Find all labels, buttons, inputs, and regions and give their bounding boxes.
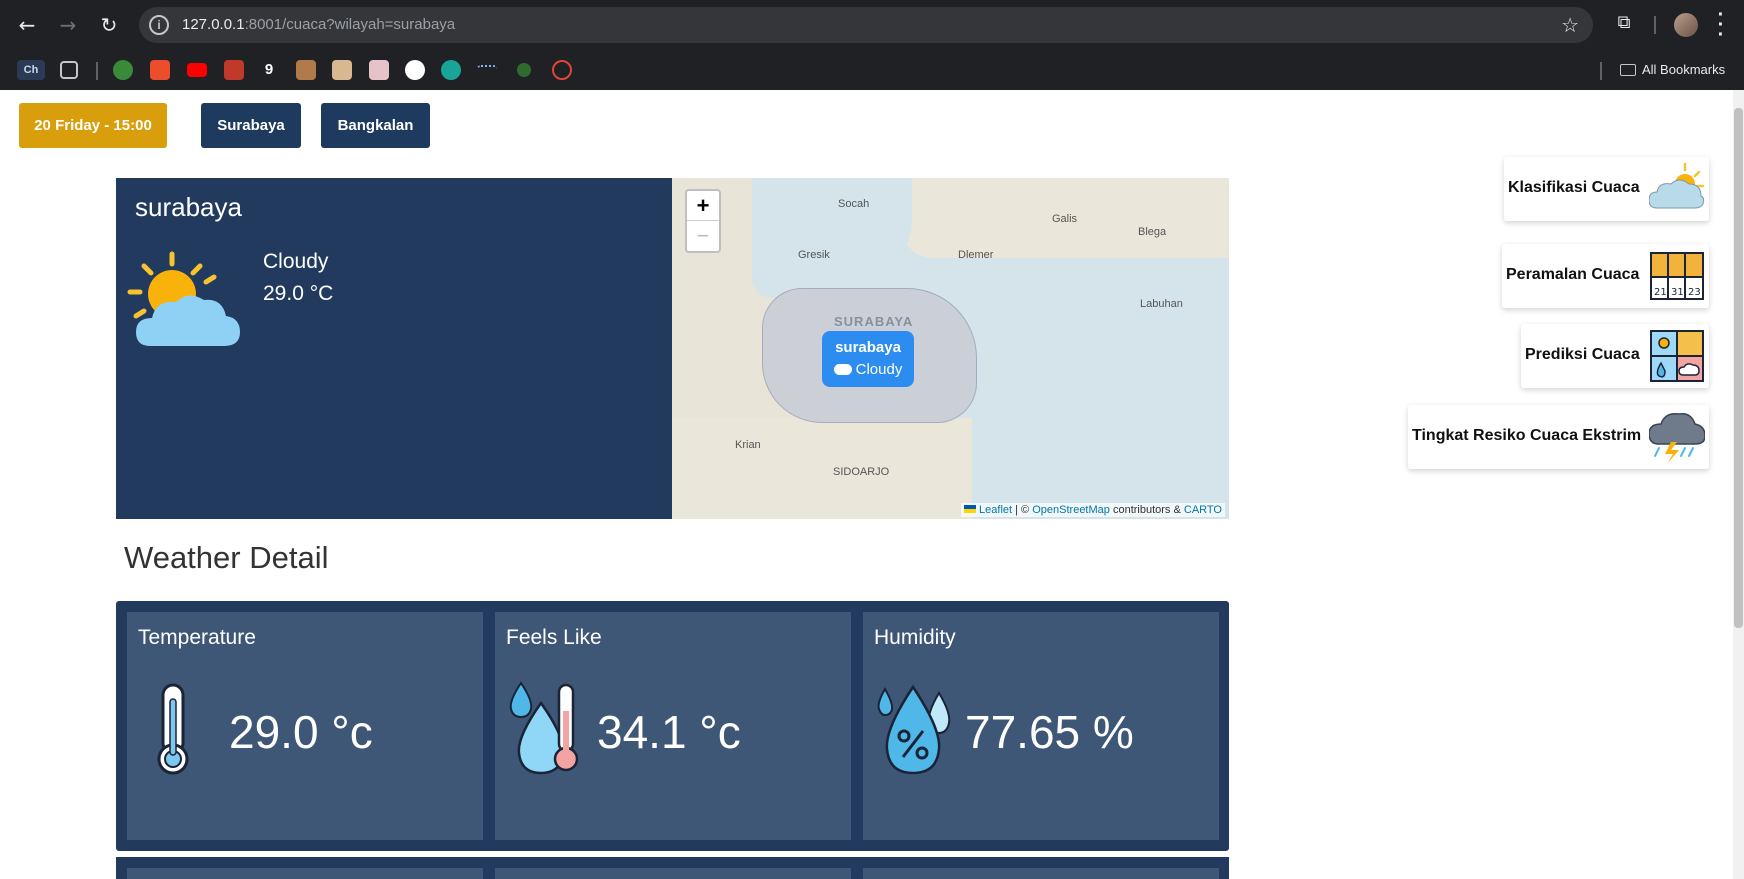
profile-avatar[interactable] bbox=[1674, 13, 1698, 37]
bookmarks-bar: Ch 9 All Bookmarks bbox=[0, 50, 1744, 90]
bookmark-shopee-icon[interactable] bbox=[150, 60, 170, 80]
current-temperature: 29.0 °C bbox=[263, 282, 334, 305]
current-weather-panel: surabaya Cloudy 29.0 °C bbox=[116, 178, 672, 519]
kebab-menu-icon[interactable]: · · · bbox=[1716, 5, 1726, 45]
bookmark-star-icon[interactable]: ☆ bbox=[1561, 13, 1579, 37]
menu-peramalan-cuaca[interactable]: Peramalan Cuaca 21 31 23 bbox=[1502, 244, 1709, 308]
card-value: 34.1 °c bbox=[597, 706, 741, 758]
humidity-drop-icon bbox=[877, 684, 951, 775]
detail-card bbox=[495, 868, 851, 879]
svg-text:31: 31 bbox=[1671, 287, 1684, 298]
calendar-forecast-icon: 21 31 23 bbox=[1650, 252, 1704, 300]
bookmark-red-circle-icon[interactable] bbox=[552, 60, 572, 80]
sun-cloud-icon bbox=[127, 251, 240, 346]
bookmark-avatar2-icon[interactable] bbox=[332, 60, 352, 80]
menu-label: Prediksi Cuaca bbox=[1525, 346, 1640, 363]
detail-card bbox=[127, 868, 483, 879]
bookmark-avatar3-icon[interactable] bbox=[369, 60, 389, 80]
zoom-control: + − bbox=[685, 189, 721, 253]
back-arrow-icon[interactable]: ← bbox=[14, 12, 40, 38]
date-time-button[interactable]: 20 Friday - 15:00 bbox=[19, 103, 167, 148]
cloud-icon bbox=[833, 364, 852, 375]
menu-label: Tingkat Resiko Cuaca Ekstrim bbox=[1412, 427, 1642, 444]
card-value: 29.0 °c bbox=[229, 706, 373, 758]
bookmark-teal-icon[interactable] bbox=[441, 60, 461, 80]
weather-detail-panel-2 bbox=[116, 857, 1229, 879]
bookmark-divider-right bbox=[1600, 62, 1602, 80]
city-title: surabaya bbox=[135, 192, 242, 222]
menu-label: Peramalan Cuaca bbox=[1506, 266, 1640, 283]
bookmark-frog-icon[interactable] bbox=[113, 60, 133, 80]
apps-grid-icon[interactable] bbox=[60, 61, 78, 79]
map-attribution: Leaflet | © OpenStreetMap contributors &… bbox=[961, 503, 1225, 517]
url-text[interactable]: 127.0.0.1:8001/cuaca?wilayah=surabaya bbox=[182, 16, 455, 33]
bookmark-g-icon[interactable]: 9 bbox=[259, 60, 279, 80]
marker-city-label: surabaya bbox=[835, 339, 901, 356]
bookmark-k-icon[interactable] bbox=[224, 60, 244, 80]
card-label: Humidity bbox=[874, 626, 956, 649]
city-marker[interactable]: surabaya Cloudy bbox=[822, 331, 914, 387]
svg-text:23: 23 bbox=[1688, 287, 1701, 298]
card-value: 77.65 % bbox=[965, 706, 1134, 758]
all-bookmarks-button[interactable]: All Bookmarks bbox=[1620, 60, 1725, 80]
menu-tingkat-resiko-cuaca-ekstrim[interactable]: Tingkat Resiko Cuaca Ekstrim bbox=[1408, 405, 1709, 469]
region-button-bangkalan[interactable]: Bangkalan bbox=[321, 103, 430, 148]
marker-condition: Cloudy bbox=[822, 361, 914, 378]
storm-cloud-icon bbox=[1649, 412, 1705, 464]
map-label-galis: Galis bbox=[1052, 213, 1078, 225]
map-label-socah: Socah bbox=[838, 198, 870, 210]
bookmark-ch[interactable]: Ch bbox=[17, 60, 45, 80]
svg-text:21: 21 bbox=[1654, 287, 1667, 298]
reload-icon[interactable]: ↻ bbox=[96, 12, 122, 38]
temperature-card: Temperature 29.0 °c bbox=[127, 612, 483, 840]
bookmark-avatar1-icon[interactable] bbox=[296, 60, 316, 80]
thermometer-icon bbox=[157, 683, 189, 775]
bookmark-cisco-icon[interactable] bbox=[477, 65, 497, 75]
map-label-surabaya: SURABAYA bbox=[834, 314, 914, 329]
map-label-dlemer: Dlemer bbox=[958, 249, 994, 261]
github-icon[interactable] bbox=[405, 60, 425, 80]
zoom-out-button[interactable]: − bbox=[687, 221, 719, 251]
bookmark-green-icon[interactable] bbox=[517, 63, 531, 77]
map-label-labuhan: Labuhan bbox=[1140, 298, 1183, 310]
map-label-blega: Blega bbox=[1138, 226, 1167, 238]
map-land-south bbox=[672, 418, 972, 519]
browser-chrome: ← → ↻ i 127.0.0.1:8001/cuaca?wilayah=sur… bbox=[0, 0, 1744, 90]
ukraine-flag-icon bbox=[964, 505, 977, 513]
folder-icon bbox=[1620, 64, 1636, 76]
osm-link[interactable]: OpenStreetMap bbox=[1032, 504, 1110, 516]
map-label-sidoarjo: SIDOARJO bbox=[833, 466, 890, 478]
carto-link[interactable]: CARTO bbox=[1184, 504, 1222, 516]
feels-like-icon bbox=[509, 681, 579, 775]
card-label: Feels Like bbox=[506, 626, 602, 649]
scrollbar-thumb[interactable] bbox=[1734, 108, 1743, 628]
menu-klasifikasi-cuaca[interactable]: Klasifikasi Cuaca bbox=[1504, 157, 1709, 221]
card-label: Temperature bbox=[138, 626, 256, 649]
extensions-icon[interactable]: ⧉ bbox=[1612, 12, 1636, 36]
toolbar: ← → ↻ i 127.0.0.1:8001/cuaca?wilayah=sur… bbox=[0, 0, 1744, 50]
forward-arrow-icon[interactable]: → bbox=[55, 12, 81, 38]
weather-detail-panel: Temperature 29.0 °c Feels Like 34.1 °c H… bbox=[116, 601, 1229, 851]
leaflet-link[interactable]: Leaflet bbox=[979, 504, 1012, 516]
address-bar[interactable]: i 127.0.0.1:8001/cuaca?wilayah=surabaya … bbox=[139, 7, 1593, 43]
menu-prediksi-cuaca[interactable]: Prediksi Cuaca bbox=[1521, 324, 1709, 388]
zoom-in-button[interactable]: + bbox=[687, 191, 719, 221]
map-label-krian: Krian bbox=[735, 439, 761, 451]
weather-grid-icon bbox=[1650, 330, 1704, 382]
site-info-icon[interactable]: i bbox=[149, 15, 169, 35]
humidity-card: Humidity 77.65 % bbox=[863, 612, 1219, 840]
bookmark-divider bbox=[96, 62, 98, 80]
region-button-surabaya[interactable]: Surabaya bbox=[201, 103, 301, 148]
page: 20 Friday - 15:00 Surabaya Bangkalan sur… bbox=[0, 90, 1733, 879]
toolbar-divider bbox=[1654, 16, 1656, 34]
feels-like-card: Feels Like 34.1 °c bbox=[495, 612, 851, 840]
bookmark-youtube-icon[interactable] bbox=[187, 63, 207, 77]
map-label-gresik: Gresik bbox=[798, 249, 830, 261]
menu-label: Klasifikasi Cuaca bbox=[1508, 179, 1640, 196]
cloud-sun-icon bbox=[1649, 162, 1705, 209]
weather-map[interactable]: Socah Galis Blega Gresik Dlemer Labuhan … bbox=[672, 178, 1229, 519]
weather-detail-title: Weather Detail bbox=[124, 540, 329, 575]
condition-text: Cloudy bbox=[263, 250, 329, 273]
detail-card bbox=[863, 868, 1219, 879]
